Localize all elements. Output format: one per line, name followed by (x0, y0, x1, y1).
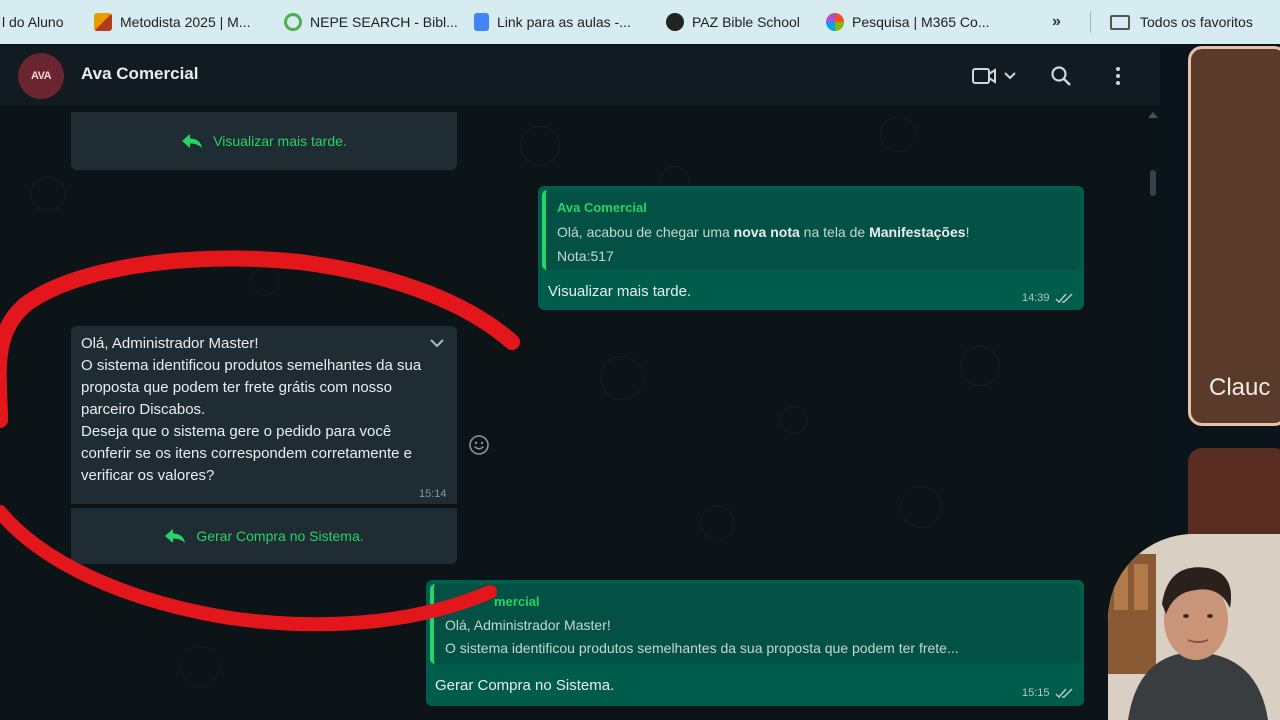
side-tile-name: Clauc (1209, 374, 1271, 401)
bookmark-label: PAZ Bible School (692, 14, 800, 30)
double-check-icon (1055, 292, 1073, 303)
double-check-icon (1055, 687, 1073, 698)
globe-icon (666, 13, 684, 31)
bookmark-label: Link para as aulas -... (497, 14, 631, 30)
message-text-line: Deseja que o sistema gere o pedido para … (81, 423, 392, 440)
screen: l do Aluno Metodista 2025 | M... NEPE SE… (0, 0, 1280, 720)
bookmark-metodista[interactable]: Metodista 2025 | M... (84, 0, 260, 44)
bookmark-aluno[interactable]: l do Aluno (0, 0, 74, 44)
metodista-icon (94, 13, 112, 31)
outgoing-message: mercial Olá, Administrador Master! O sis… (426, 580, 1084, 706)
bookmark-label: Metodista 2025 | M... (120, 14, 251, 30)
bookmarks-overflow-button[interactable]: » (1052, 0, 1061, 44)
search-icon (1051, 66, 1071, 86)
message-text-line: verificar os valores? (81, 467, 215, 484)
quoted-text-line-2: Nota:517 (557, 248, 614, 264)
gerar-compra-button[interactable]: Gerar Compra no Sistema. (71, 508, 457, 564)
google-docs-icon (474, 13, 489, 31)
scrollbar-thumb[interactable] (1150, 170, 1156, 196)
message-time: 15:15 (1022, 687, 1073, 699)
reply-arrow-icon (182, 134, 203, 148)
message-text-line: proposta que podem ter frete grátis com … (81, 379, 393, 396)
presenter-video (1108, 534, 1280, 720)
quoted-message[interactable]: mercial Olá, Administrador Master! O sis… (430, 584, 1080, 664)
search-button[interactable] (1045, 46, 1077, 106)
search-globe-icon (284, 13, 302, 31)
side-video-tile (1188, 46, 1280, 426)
emoji-reaction-icon[interactable] (468, 434, 490, 456)
quoted-text-line-1: Olá, Administrador Master! (445, 617, 611, 633)
message-text-line: parceiro Discabos. (81, 401, 206, 418)
video-call-button[interactable] (962, 46, 1024, 106)
quoted-sender: mercial (494, 594, 540, 609)
message-time: 15:14 (419, 488, 447, 500)
quoted-text-line-2: O sistema identificou produtos semelhant… (445, 640, 959, 656)
menu-button[interactable] (1104, 46, 1132, 106)
incoming-button-bubble: Gerar Compra no Sistema. (71, 508, 457, 564)
chevron-down-icon[interactable] (429, 338, 445, 348)
message-text-line: Olá, Administrador Master! (81, 335, 259, 352)
chat-header: AVA Ava Comercial (0, 46, 1160, 106)
bookmark-label: l do Aluno (2, 14, 64, 30)
bookmark-nepe-search[interactable]: NEPE SEARCH - Bibl... (274, 0, 468, 44)
button-label: Visualizar mais tarde. (213, 133, 347, 149)
m365-copilot-icon (826, 13, 844, 31)
button-label: Gerar Compra no Sistema. (196, 528, 364, 544)
bookmark-paz-bible[interactable]: PAZ Bible School (656, 0, 810, 44)
kebab-menu-icon (1116, 67, 1120, 85)
avatar[interactable]: AVA (18, 53, 64, 99)
message-time: 14:39 (1022, 292, 1073, 304)
bookmark-label: NEPE SEARCH - Bibl... (310, 14, 458, 30)
message-text-line: O sistema identificou produtos semelhant… (81, 357, 422, 374)
visualizar-mais-tarde-button[interactable]: Visualizar mais tarde. (71, 112, 457, 170)
bookmarks-divider (1090, 11, 1091, 33)
bookmarks-bar: l do Aluno Metodista 2025 | M... NEPE SE… (0, 0, 1280, 44)
quoted-sender: Ava Comercial (557, 200, 647, 215)
scroll-up-arrow[interactable] (1148, 112, 1158, 118)
webcam-overlay (1108, 534, 1280, 720)
bookmark-label: Pesquisa | M365 Co... (852, 14, 990, 30)
message-text: Gerar Compra no Sistema. (435, 677, 615, 694)
bookmark-link-aulas[interactable]: Link para as aulas -... (464, 0, 641, 44)
outgoing-message: Ava Comercial Olá, acabou de chegar uma … (538, 186, 1084, 310)
reply-arrow-icon (165, 529, 186, 543)
incoming-button-bubble: Visualizar mais tarde. (71, 112, 457, 170)
message-text-line: conferir se os itens correspondem corret… (81, 445, 412, 462)
all-bookmarks-folder[interactable]: Todos os favoritos (1110, 0, 1253, 44)
video-camera-icon (972, 68, 1016, 84)
folder-icon (1110, 14, 1130, 30)
chat-title[interactable]: Ava Comercial (81, 64, 198, 84)
folder-label: Todos os favoritos (1140, 14, 1253, 30)
quoted-message[interactable]: Ava Comercial Olá, acabou de chegar uma … (542, 190, 1080, 270)
bookmark-m365[interactable]: Pesquisa | M365 Co... (816, 0, 999, 44)
quoted-text-line-1: Olá, acabou de chegar uma nova nota na t… (557, 224, 970, 240)
message-text: Visualizar mais tarde. (548, 283, 692, 300)
